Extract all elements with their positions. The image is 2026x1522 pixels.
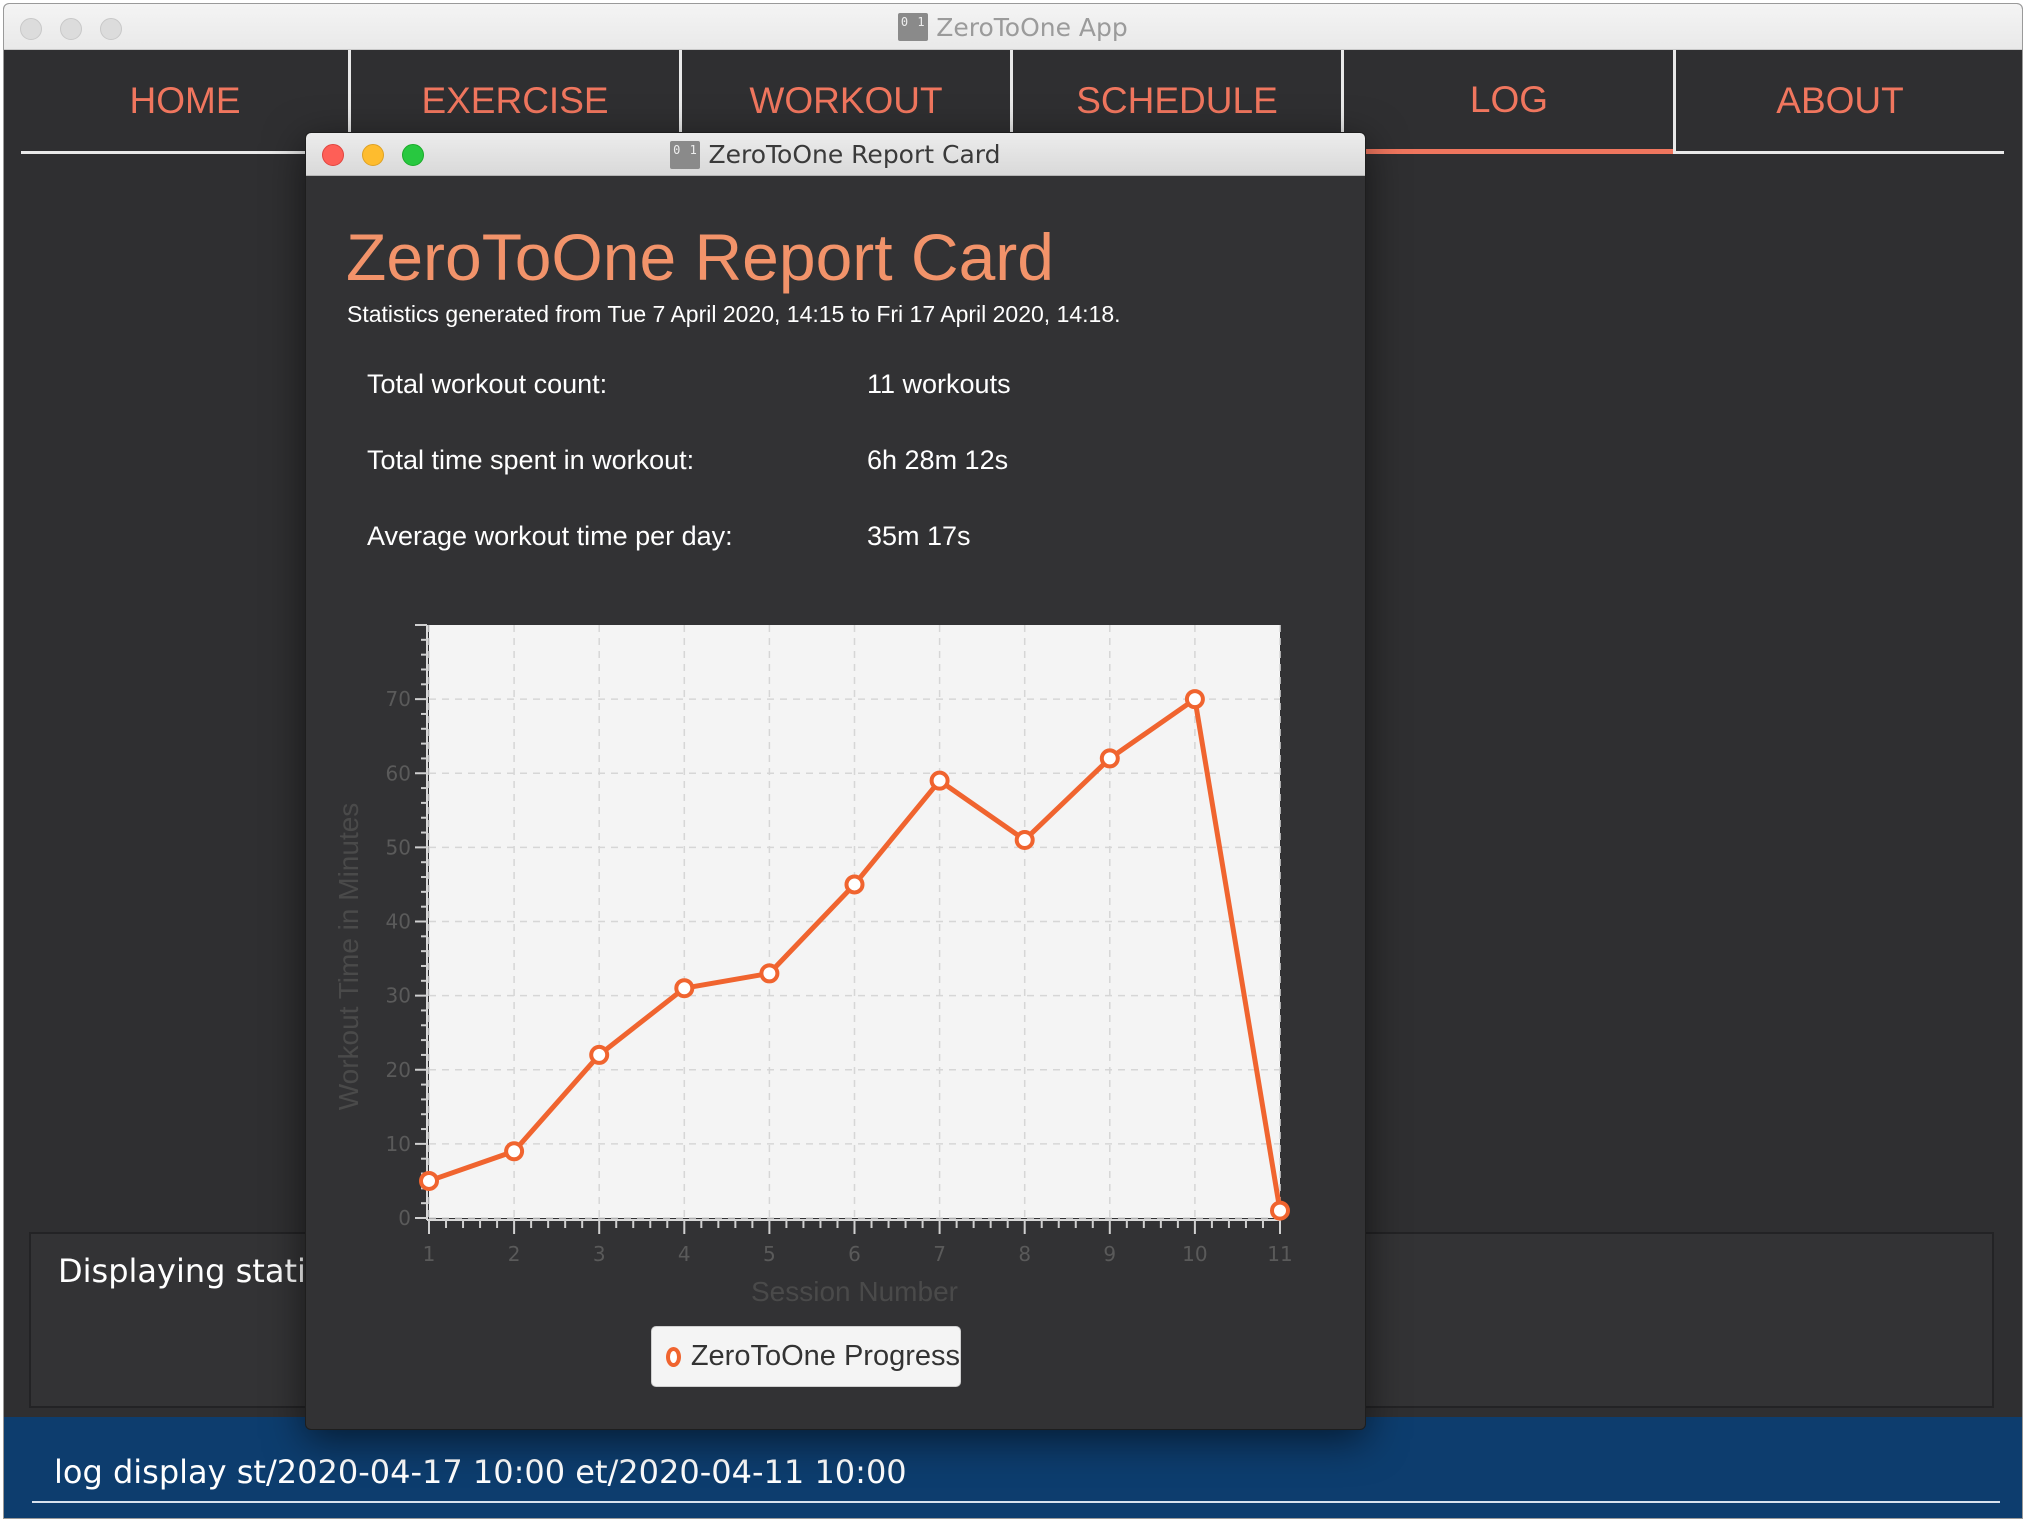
data-point (419, 1170, 439, 1191)
y-tick-label: 20 (386, 1058, 411, 1082)
legend-marker-icon (666, 1346, 681, 1367)
data-point (929, 770, 950, 791)
y-axis-label: Workout Time in Minutes (333, 803, 364, 1111)
command-box[interactable]: log display st/2020-04-17 10:00 et/2020-… (4, 1417, 2022, 1518)
x-tick-label: 5 (763, 1242, 776, 1266)
data-point (589, 1044, 610, 1065)
legend-label: ZeroToOne Progress (690, 1340, 960, 1372)
chart-legend: ZeroToOne Progress (651, 1326, 961, 1387)
tab-home[interactable]: HOME (21, 50, 349, 154)
x-tick-label: 1 (423, 1242, 436, 1266)
data-point (1099, 748, 1120, 769)
report-card-window: 0 1 ZeroToOne Report Card ZeroToOne Repo… (305, 132, 1366, 1430)
y-tick-label: 70 (386, 687, 411, 711)
x-axis-label: Session Number (751, 1276, 958, 1307)
data-point (844, 874, 865, 895)
main-titlebar: 0 1 ZeroToOne App (4, 4, 2022, 50)
x-tick-label: 10 (1182, 1242, 1207, 1266)
tab-log[interactable]: LOG (1344, 50, 1674, 154)
app-icon: 0 1 (898, 13, 929, 41)
data-point (504, 1141, 525, 1162)
plot-area (429, 625, 1280, 1218)
x-tick-label: 11 (1267, 1242, 1292, 1266)
x-tick-label: 7 (933, 1242, 946, 1266)
data-point (1184, 689, 1205, 710)
command-input[interactable]: log display st/2020-04-17 10:00 et/2020-… (54, 1453, 907, 1491)
y-tick-label: 0 (398, 1206, 411, 1230)
data-point (759, 963, 780, 984)
x-tick-label: 2 (508, 1242, 521, 1266)
x-tick-label: 6 (848, 1242, 861, 1266)
tab-about[interactable]: ABOUT (1676, 50, 2004, 154)
command-underline (32, 1501, 2000, 1503)
window-title: ZeroToOne App (936, 12, 1128, 42)
y-tick-label: 50 (386, 835, 411, 859)
y-tick-label: 60 (386, 761, 411, 785)
y-tick-label: 40 (386, 910, 411, 934)
data-point (674, 978, 695, 999)
x-tick-label: 9 (1103, 1242, 1116, 1266)
x-tick-label: 8 (1018, 1242, 1031, 1266)
x-tick-label: 3 (593, 1242, 606, 1266)
y-tick-label: 10 (386, 1132, 411, 1156)
x-tick-label: 4 (678, 1242, 691, 1266)
progress-chart: 0 10 20 30 40 50 60 70 1 2 3 4 5 6 7 8 9 10 11 Session Numb… (333, 624, 1293, 1307)
data-point (1014, 829, 1035, 850)
y-tick-label: 30 (386, 984, 411, 1008)
data-point (1270, 1200, 1290, 1221)
